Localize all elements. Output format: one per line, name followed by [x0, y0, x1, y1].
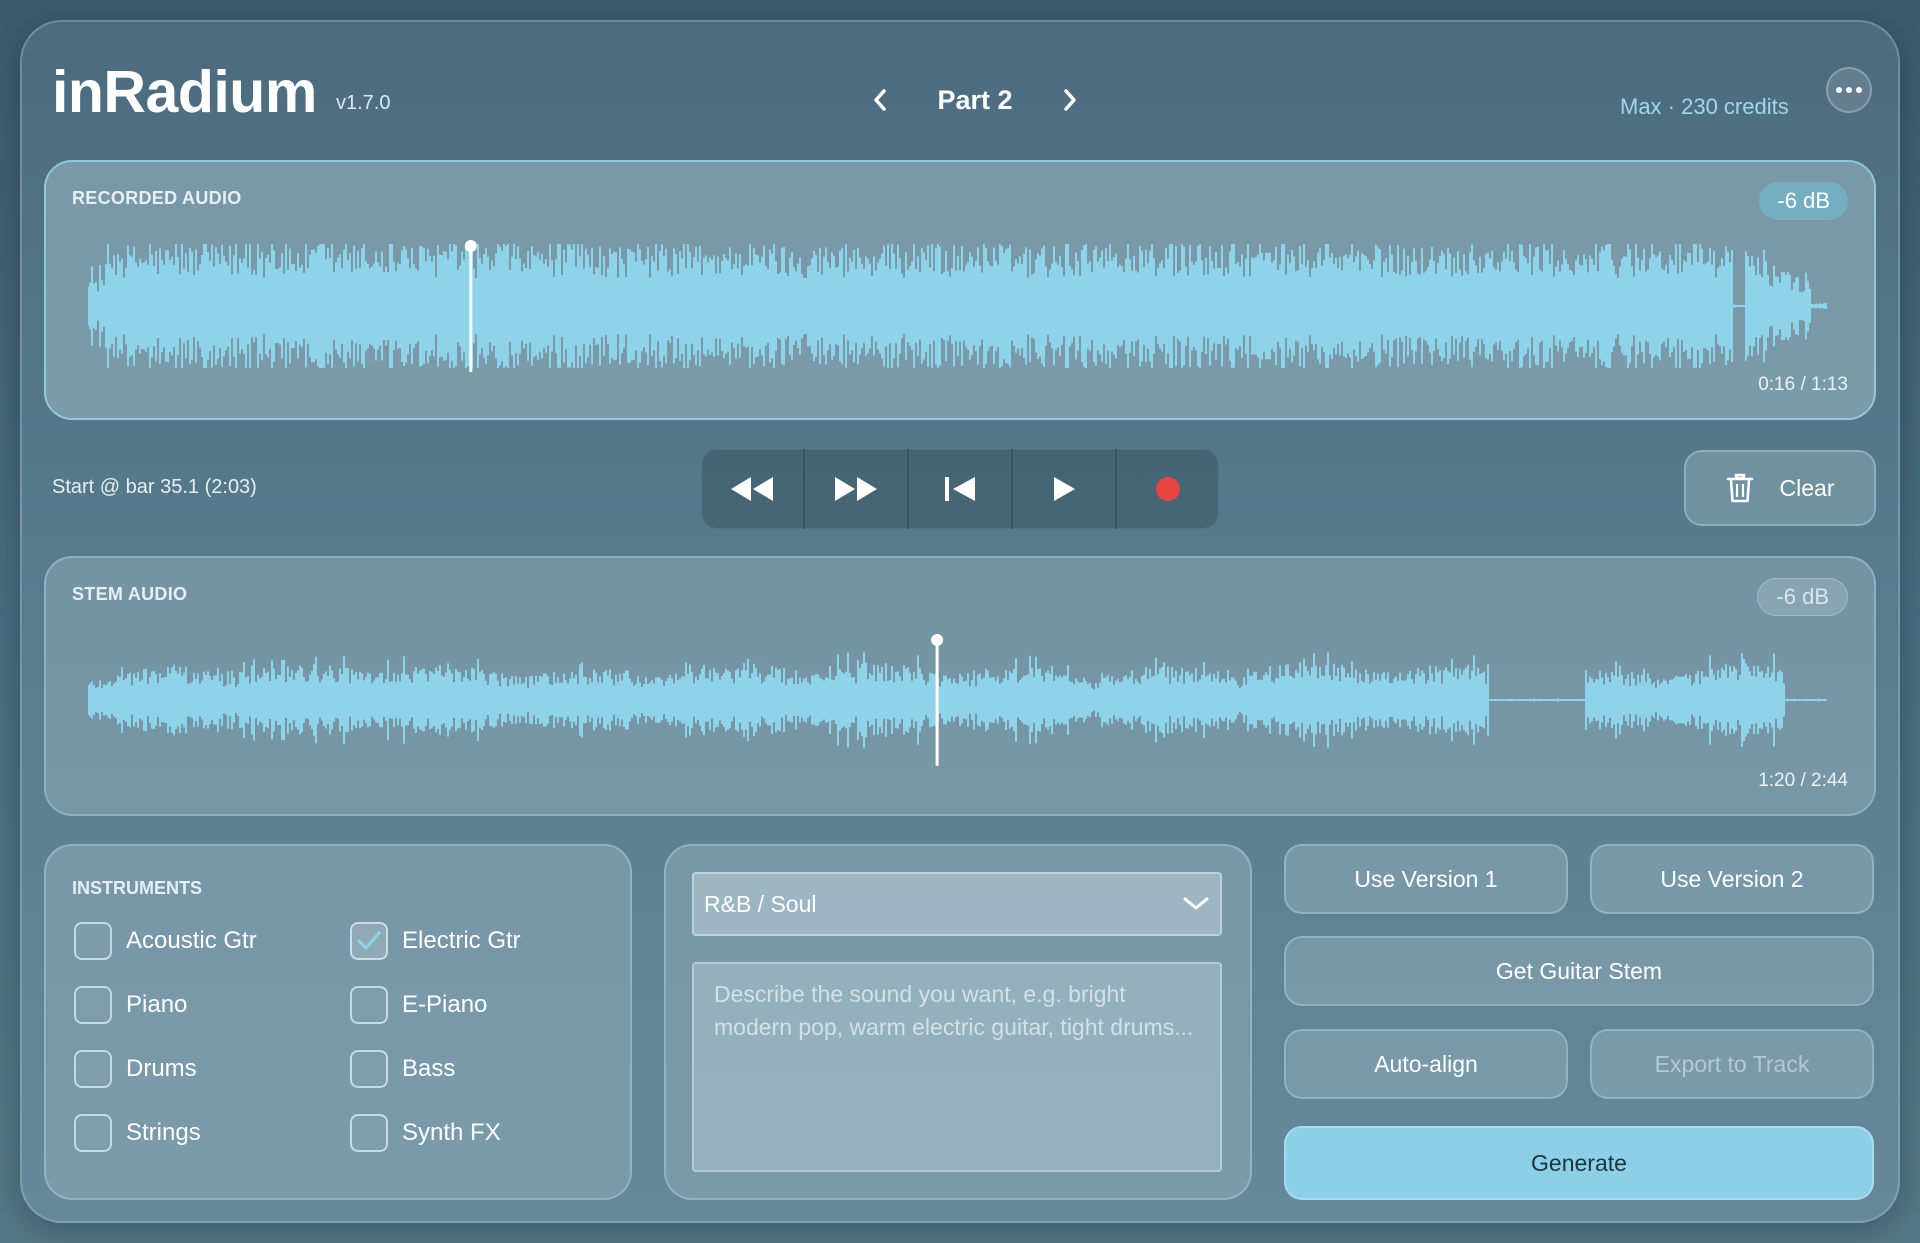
- checkbox[interactable]: [74, 986, 112, 1024]
- checkbox[interactable]: [74, 1050, 112, 1088]
- checkbox[interactable]: [350, 986, 388, 1024]
- app-version: v1.7.0: [336, 92, 391, 114]
- instrument-bass[interactable]: Bass: [350, 1050, 455, 1088]
- get-guitar-stem-button[interactable]: Get Guitar Stem: [1284, 936, 1874, 1006]
- chevron-down-icon: [1183, 897, 1209, 910]
- instrument-label: E-Piano: [402, 991, 488, 1018]
- credits-label[interactable]: Max · 230 credits: [1620, 94, 1789, 120]
- play-button[interactable]: [1013, 449, 1117, 529]
- stem-audio-label: STEM AUDIO: [72, 584, 188, 604]
- chevron-right-icon: [1064, 89, 1076, 111]
- stem-gain-badge[interactable]: -6 dB: [1757, 578, 1848, 616]
- waveform-path: [88, 651, 1827, 749]
- instrument-drums[interactable]: Drums: [74, 1050, 197, 1088]
- recorded-audio-panel[interactable]: RECORDED AUDIO -6 dB 0:16 / 1:13: [44, 160, 1876, 420]
- recorded-waveform[interactable]: [88, 240, 1828, 372]
- more-dot: [1846, 87, 1852, 93]
- chevron-left-icon: [874, 89, 886, 111]
- trash-icon: [1726, 473, 1753, 503]
- previous-part-button[interactable]: [860, 80, 900, 120]
- more-options-button[interactable]: [1826, 67, 1872, 113]
- instrument-label: Synth FX: [402, 1119, 501, 1146]
- waveform-path: [88, 244, 1827, 368]
- more-dot: [1856, 87, 1862, 93]
- instrument-label: Piano: [126, 991, 188, 1018]
- instruments-panel: INSTRUMENTS Acoustic Gtr Electric Gtr Pi…: [44, 844, 632, 1200]
- app-logo: inRadium: [52, 59, 317, 125]
- generate-button[interactable]: Generate: [1284, 1126, 1874, 1200]
- instrument-label: Strings: [126, 1119, 201, 1146]
- auto-align-button[interactable]: Auto-align: [1284, 1029, 1568, 1099]
- checkbox[interactable]: [350, 1114, 388, 1152]
- fast-forward-icon: [835, 477, 877, 501]
- sound-description-input[interactable]: Describe the sound you want, e.g. bright…: [692, 962, 1222, 1172]
- skip-back-icon: [945, 477, 975, 501]
- skip-to-start-button[interactable]: [909, 449, 1013, 529]
- checkmark-icon: [357, 931, 381, 950]
- instrument-synth-fx[interactable]: Synth FX: [350, 1114, 501, 1152]
- instrument-acoustic-gtr[interactable]: Acoustic Gtr: [74, 922, 257, 960]
- use-version-1-button[interactable]: Use Version 1: [1284, 844, 1568, 914]
- instrument-label: Drums: [126, 1055, 197, 1082]
- instrument-label: Electric Gtr: [402, 927, 521, 954]
- fast-forward-button[interactable]: [805, 449, 909, 529]
- checkbox[interactable]: [74, 922, 112, 960]
- instrument-strings[interactable]: Strings: [74, 1114, 201, 1152]
- checkbox[interactable]: [74, 1114, 112, 1152]
- stem-waveform[interactable]: [88, 634, 1828, 766]
- recorded-time: 0:16 / 1:13: [1758, 374, 1848, 395]
- clear-button-label: Clear: [1779, 474, 1835, 501]
- stem-time: 1:20 / 2:44: [1758, 770, 1848, 791]
- instrument-label: Bass: [402, 1055, 456, 1082]
- next-part-button[interactable]: [1050, 80, 1090, 120]
- play-icon: [1054, 477, 1075, 501]
- rewind-icon: [731, 477, 773, 501]
- genre-select[interactable]: R&B / Soul: [692, 872, 1222, 936]
- recorded-gain-badge[interactable]: -6 dB: [1759, 182, 1848, 220]
- export-to-track-button[interactable]: Export to Track: [1590, 1029, 1874, 1099]
- clear-button[interactable]: Clear: [1684, 450, 1876, 526]
- checkbox[interactable]: [350, 1050, 388, 1088]
- transport-controls: [701, 449, 1219, 529]
- record-button[interactable]: [1117, 449, 1219, 529]
- more-dot: [1836, 87, 1842, 93]
- app-window: inRadium v1.7.0 Part 2 Max · 230 credits…: [20, 20, 1900, 1223]
- use-version-2-button[interactable]: Use Version 2: [1590, 844, 1874, 914]
- checkbox[interactable]: [350, 922, 388, 960]
- genre-select-value: R&B / Soul: [704, 890, 817, 917]
- part-title: Part 2: [937, 84, 1013, 115]
- playhead-handle[interactable]: [931, 634, 944, 646]
- stem-audio-panel[interactable]: STEM AUDIO -6 dB 1:20 / 2:44: [44, 556, 1876, 816]
- playhead-handle[interactable]: [464, 240, 477, 252]
- start-position-label: Start @ bar 35.1 (2:03): [52, 476, 257, 498]
- instrument-label: Acoustic Gtr: [126, 927, 257, 954]
- instruments-label: INSTRUMENTS: [72, 878, 202, 898]
- record-icon: [1156, 477, 1180, 501]
- part-navigator: Part 2: [860, 72, 1090, 128]
- instrument-e-piano[interactable]: E-Piano: [350, 986, 487, 1024]
- recorded-audio-label: RECORDED AUDIO: [72, 188, 242, 208]
- rewind-button[interactable]: [701, 449, 805, 529]
- generator-panel: R&B / Soul Describe the sound you want, …: [664, 844, 1252, 1200]
- instrument-electric-gtr[interactable]: Electric Gtr: [350, 922, 521, 960]
- instrument-piano[interactable]: Piano: [74, 986, 187, 1024]
